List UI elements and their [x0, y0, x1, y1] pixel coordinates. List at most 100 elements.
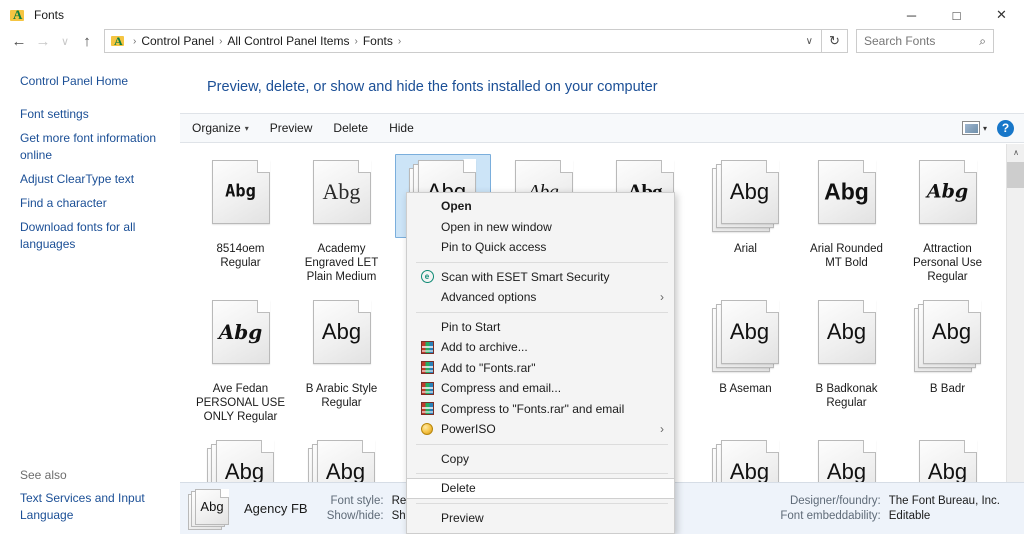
up-button[interactable]: ↑ — [75, 28, 99, 54]
page-fold-icon — [765, 439, 779, 453]
scrollbar-thumb[interactable] — [1007, 162, 1024, 188]
context-menu-item[interactable]: Advanced options › — [407, 287, 674, 308]
context-menu-item[interactable]: e Scan with ESET Smart Security — [407, 267, 674, 288]
toolbar-right-group: ▾ ? — [961, 119, 1024, 137]
font-grid-item[interactable]: Abg 8514oem Regular — [190, 150, 291, 284]
font-file-icon: Abg — [813, 299, 881, 372]
command-toolbar: Organize ▾ Preview Delete Hide ▾ ? — [180, 113, 1024, 143]
font-name-label: Arial Rounded MT Bold — [810, 243, 883, 269]
back-button[interactable]: ← — [7, 28, 31, 54]
context-menu-item[interactable]: Compress and email... — [407, 378, 674, 399]
sidebar-item-adjust-cleartype-text[interactable]: Adjust ClearType text — [20, 171, 172, 188]
font-grid-item[interactable]: Abg Ave Fedan PERSONAL USE ONLY Regular — [190, 290, 291, 424]
font-file-icon: Abg — [207, 299, 275, 372]
font-thumbnail[interactable]: Abg — [799, 154, 895, 238]
sidebar-item-download-fonts-for-all-languages[interactable]: Download fonts for all languages — [20, 219, 172, 253]
refresh-button[interactable]: ↻ — [822, 29, 848, 53]
sidebar-item-get-more-font-information-online[interactable]: Get more font information online — [20, 130, 172, 164]
font-grid-item[interactable]: Abg B Arabic Style Regular — [291, 290, 392, 424]
context-menu-item[interactable]: Open — [407, 196, 674, 217]
font-file-icon: Abg — [813, 159, 881, 232]
page-fold-icon — [967, 299, 981, 313]
chevron-down-icon[interactable]: ▾ — [983, 124, 987, 133]
font-thumbnail[interactable]: Abg — [193, 294, 289, 378]
winrar-glyph — [420, 402, 434, 416]
details-key: Font embeddability: — [780, 510, 881, 522]
details-right-column: Designer/foundry: The Font Bureau, Inc. … — [769, 495, 1000, 522]
font-thumbnail[interactable]: Abg — [294, 294, 390, 378]
poweriso-icon — [415, 423, 439, 436]
delete-button[interactable]: Delete — [324, 118, 377, 138]
font-file-icon: Abg — [207, 159, 275, 232]
context-menu-item[interactable]: PowerISO › — [407, 419, 674, 440]
context-menu-item[interactable]: Add to "Fonts.rar" — [407, 358, 674, 379]
page-title: Preview, delete, or show and hide the fo… — [207, 79, 658, 95]
breadcrumb-item-all-control-panel-items[interactable]: All Control Panel Items — [224, 34, 352, 48]
context-menu-item-label: PowerISO — [441, 422, 496, 437]
font-grid-item[interactable]: Abg Arial — [695, 150, 796, 284]
font-sample-text: Abg — [931, 319, 972, 344]
menu-separator — [416, 502, 668, 504]
page-fold-icon — [559, 159, 573, 173]
breadcrumb-item-control-panel[interactable]: Control Panel — [138, 34, 217, 48]
font-file-icon: Abg — [914, 159, 982, 232]
page-fold-icon — [256, 299, 270, 313]
search-placeholder: Search Fonts — [864, 34, 936, 48]
sidebar-item-control-panel-home[interactable]: Control Panel Home — [20, 74, 128, 88]
menu-separator — [416, 311, 668, 313]
details-font-name: Agency FB — [244, 501, 308, 516]
page-fold-icon — [862, 299, 876, 313]
font-grid-item[interactable]: Abg Attraction Personal Use Regular — [897, 150, 998, 284]
context-menu-item[interactable]: Pin to Quick access — [407, 237, 674, 258]
breadcrumb[interactable]: A › Control Panel › All Control Panel It… — [104, 29, 822, 53]
font-thumbnail[interactable]: Abg — [698, 154, 794, 238]
hide-button[interactable]: Hide — [380, 118, 423, 138]
chevron-down-icon[interactable]: ∨ — [806, 36, 821, 47]
font-sample-text: Abg — [321, 319, 362, 344]
vertical-scrollbar[interactable]: ∧ ∨ — [1006, 144, 1024, 499]
font-thumbnail[interactable]: Abg — [900, 154, 996, 238]
organize-button[interactable]: Organize ▾ — [183, 118, 258, 138]
search-input[interactable]: Search Fonts ⌕ — [856, 29, 994, 53]
font-file-icon-front: Abg — [817, 159, 876, 224]
font-sample-text: Abg — [826, 459, 867, 484]
context-menu-item[interactable]: Print — [407, 528, 674, 533]
context-menu-item[interactable]: Open in new window — [407, 217, 674, 238]
page-fold-icon — [361, 439, 375, 453]
font-thumbnail[interactable]: Abg — [193, 154, 289, 238]
context-menu-item[interactable]: Pin to Start — [407, 317, 674, 338]
font-grid-item[interactable]: Abg B Aseman — [695, 290, 796, 424]
font-grid-item[interactable]: Abg B Badr — [897, 290, 998, 424]
context-menu[interactable]: Open Open in new window Pin to Quick acces… — [406, 192, 675, 534]
details-key: Font style: — [330, 495, 384, 507]
poweriso-glyph — [421, 423, 433, 436]
font-grid-item[interactable]: Abg B Badkonak Regular — [796, 290, 897, 424]
font-name-label: Academy Engraved LET Plain Medium — [304, 243, 379, 283]
sidebar-item-font-settings[interactable]: Font settings — [20, 106, 172, 123]
font-file-icon-front: Abg — [312, 159, 371, 224]
context-menu-item[interactable]: Preview — [407, 508, 674, 529]
font-thumbnail[interactable]: Abg — [294, 154, 390, 238]
font-file-icon-front: Abg — [720, 299, 779, 364]
context-menu-item[interactable]: Add to archive... — [407, 337, 674, 358]
context-menu-item-label: Add to "Fonts.rar" — [441, 360, 536, 375]
recent-locations-button[interactable]: ∨ — [55, 28, 75, 54]
font-thumbnail[interactable]: Abg — [900, 294, 996, 378]
context-menu-item[interactable]: Copy — [407, 449, 674, 470]
breadcrumb-item-fonts[interactable]: Fonts — [360, 34, 396, 48]
sidebar-item-text-services-and-input-language[interactable]: Text Services and Input Language — [20, 490, 170, 524]
context-menu-item[interactable]: Compress to "Fonts.rar" and email — [407, 399, 674, 420]
preview-button[interactable]: Preview — [261, 118, 322, 138]
context-menu-item[interactable]: Delete — [407, 478, 674, 499]
details-font-thumbnail: Abg — [188, 488, 234, 530]
font-thumbnail[interactable]: Abg — [698, 294, 794, 378]
font-grid-item[interactable]: Abg Arial Rounded MT Bold — [796, 150, 897, 284]
forward-button[interactable]: → — [31, 28, 55, 54]
scroll-up-arrow-icon[interactable]: ∧ — [1007, 144, 1024, 161]
font-grid-item[interactable]: Abg Academy Engraved LET Plain Medium — [291, 150, 392, 284]
page-fold-icon — [660, 159, 674, 173]
sidebar-item-find-a-character[interactable]: Find a character — [20, 195, 172, 212]
font-thumbnail[interactable]: Abg — [799, 294, 895, 378]
help-icon[interactable]: ? — [997, 119, 1014, 137]
change-view-icon[interactable] — [961, 121, 980, 135]
